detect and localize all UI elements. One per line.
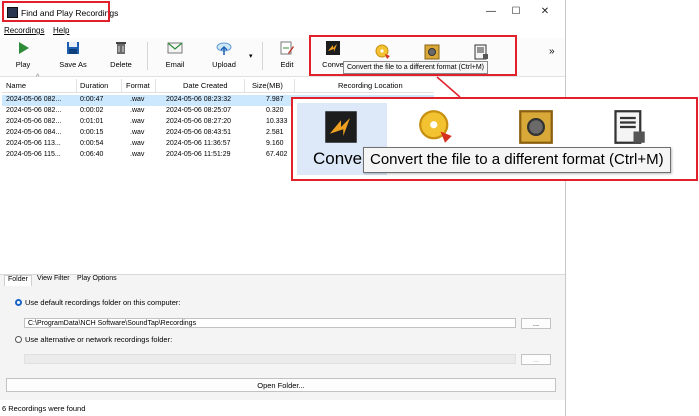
alt-browse-button[interactable]: ... xyxy=(521,354,551,365)
column-format[interactable]: Format xyxy=(126,81,150,90)
menu-help[interactable]: Help xyxy=(53,26,69,35)
delete-button[interactable]: Delete xyxy=(106,40,136,72)
save-icon xyxy=(67,42,79,54)
column-divider[interactable] xyxy=(121,79,122,92)
main-window: Find and Play Recordings — ☐ ✕ Recording… xyxy=(0,0,566,416)
alt-path-field[interactable] xyxy=(24,354,516,364)
alt-folder-label: Use alternative or network recordings fo… xyxy=(25,335,173,344)
email-button[interactable]: Email xyxy=(160,40,190,72)
trash-icon xyxy=(116,42,126,54)
column-divider[interactable] xyxy=(294,79,295,92)
zoom-convert-label: Conve xyxy=(313,149,363,168)
upload-dropdown-arrow[interactable]: ▾ xyxy=(249,52,253,60)
close-button[interactable]: ✕ xyxy=(538,5,552,19)
title-highlight-box xyxy=(2,1,110,22)
default-path-field[interactable]: C:\ProgramData\NCH Software\SoundTap\Rec… xyxy=(24,318,516,328)
play-button[interactable]: Play xyxy=(8,40,38,72)
column-size[interactable]: Size(MB) xyxy=(252,81,283,90)
toolbar-overflow-button[interactable]: » xyxy=(549,46,555,57)
upload-button[interactable]: Upload xyxy=(207,40,241,72)
column-divider[interactable] xyxy=(76,79,77,92)
title-bar: Find and Play Recordings — ☐ ✕ xyxy=(0,0,565,24)
recorder-device-icon-large xyxy=(614,110,645,144)
sort-indicator: ^ xyxy=(36,74,40,81)
safe-icon-large xyxy=(519,110,553,144)
toolbar-separator xyxy=(147,42,148,70)
default-folder-label: Use default recordings folder on this co… xyxy=(25,298,181,307)
default-folder-radio[interactable] xyxy=(15,299,22,306)
tab-folder[interactable]: Folder xyxy=(4,275,32,286)
toolbar-separator xyxy=(262,42,263,70)
column-divider[interactable] xyxy=(244,79,245,92)
zoom-inset: Conve Convert the file to a different fo… xyxy=(291,97,698,181)
recordings-list-header: ^ Name Duration Format Date Created Size… xyxy=(2,74,434,93)
column-date-created[interactable]: Date Created xyxy=(183,81,228,90)
convert-icon-large xyxy=(325,111,357,143)
status-bar: 6 Recordings were found xyxy=(0,402,565,416)
email-icon xyxy=(167,42,183,54)
column-recording-location[interactable]: Recording Location xyxy=(338,81,403,90)
column-name[interactable]: Name xyxy=(6,81,26,90)
play-icon xyxy=(19,42,29,54)
maximize-button[interactable]: ☐ xyxy=(509,5,523,19)
column-duration[interactable]: Duration xyxy=(80,81,108,90)
menu-recordings[interactable]: Recordings xyxy=(4,26,44,35)
save-as-button[interactable]: Save As xyxy=(55,40,91,72)
column-divider[interactable] xyxy=(155,79,156,92)
tab-play-options[interactable]: Play Options xyxy=(74,275,120,285)
tab-view-filter[interactable]: View Filter xyxy=(34,275,73,285)
status-text: 6 Recordings were found xyxy=(2,404,86,413)
edit-button[interactable]: Edit xyxy=(275,40,299,72)
browse-button[interactable]: ... xyxy=(521,318,551,329)
edit-icon xyxy=(280,41,294,55)
upload-icon xyxy=(216,42,232,55)
open-folder-button[interactable]: Open Folder... xyxy=(6,378,556,392)
zoom-convert-tooltip: Convert the file to a different format (… xyxy=(363,147,671,173)
alt-folder-radio[interactable] xyxy=(15,336,22,343)
convert-tooltip: Convert the file to a different format (… xyxy=(343,61,489,74)
burn-cd-icon-large xyxy=(419,110,452,143)
minimize-button[interactable]: — xyxy=(484,5,498,19)
